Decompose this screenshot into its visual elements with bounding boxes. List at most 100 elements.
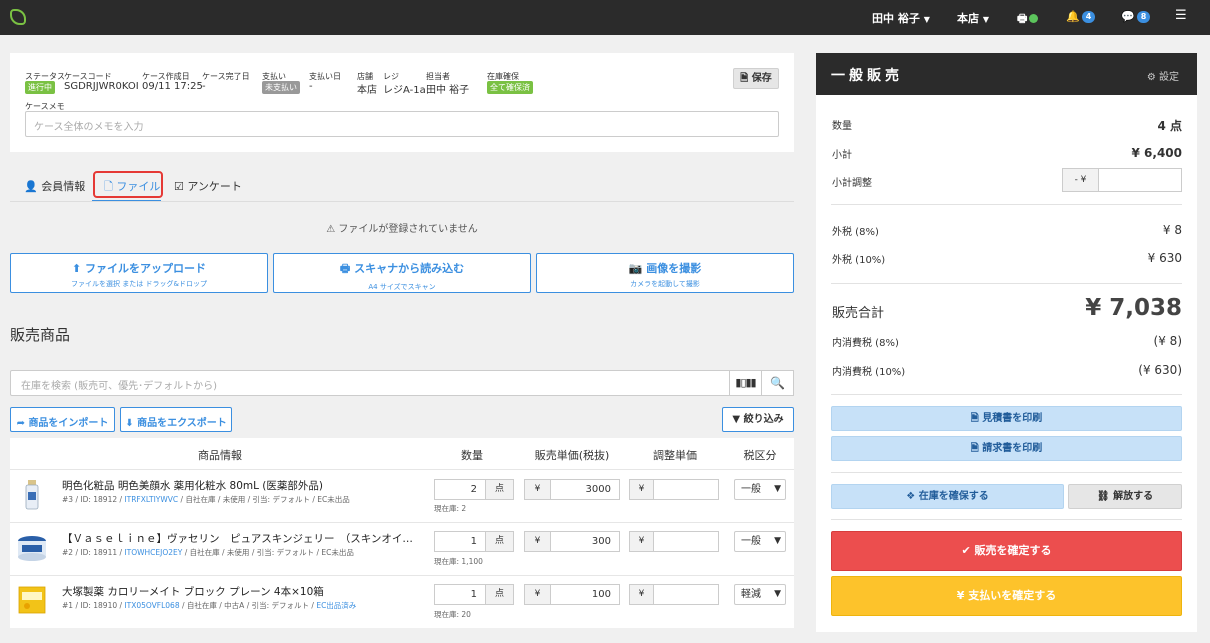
product-name: 明色化粧品 明色美顔水 薬用化粧水 80mL (医薬部外品) [62, 480, 323, 492]
store-menu[interactable]: 本店 ▼ [957, 10, 989, 26]
created-value: 09/11 17:25 [142, 81, 203, 92]
tax10-label: 外税 (10%) [832, 255, 886, 266]
import-products-button[interactable]: ➦ 商品をインポート [10, 407, 115, 432]
notifications-button[interactable]: 🔔 4 [1066, 10, 1096, 23]
tab-files[interactable]: 🗋 ファイル [104, 178, 160, 197]
gear-icon: ⚙ [1146, 72, 1156, 83]
reserve-stock-label: 在庫を確保する [918, 491, 989, 502]
payment-date-value: - [309, 81, 313, 92]
scan-title: スキャナから読み込む [354, 262, 465, 275]
product-name: 【Ｖａｓｅｌｉｎｅ】ヴァセリン ピュアスキンジェリー （スキンオイル） ２００ｇ… [62, 533, 422, 545]
product-meta-suffix: / 自社在庫 / 中古A / 引当: デフォルト / [179, 601, 317, 610]
print-invoice-button[interactable]: 🗎 請求書を印刷 [831, 436, 1182, 461]
quantity-input[interactable]: 2 点 [434, 479, 514, 500]
quantity-unit: 点 [485, 585, 513, 604]
quantity-input[interactable]: 1 点 [434, 584, 514, 605]
chevron-down-icon: ▼ [982, 15, 989, 24]
quantity-value: 1 [470, 536, 477, 547]
upload-title: ファイルをアップロード [85, 262, 207, 275]
warning-icon: ⚠ [326, 224, 336, 235]
printer-online-indicator [1029, 14, 1039, 23]
upload-file-button[interactable]: ⬆ ファイルをアップロード ファイルを選択 または ドラッグ&ドロップ [10, 253, 268, 293]
tax-type-value: 一般 [741, 536, 761, 547]
export-products-button[interactable]: ⬇ 商品をエクスポート [120, 407, 232, 432]
file-icon: 🗋 [104, 180, 113, 193]
minus-yen-addon: - ¥ [1063, 169, 1099, 191]
product-code-link[interactable]: ITOWHCEJO2EY [124, 548, 182, 557]
chat-icon: 💬 [1121, 10, 1135, 23]
payment-badge: 未支払い [262, 81, 300, 94]
store-value: 本店 [357, 85, 377, 96]
subtotal-adjust-input[interactable]: - ¥ [1062, 168, 1182, 192]
download-icon: ⬇ [125, 418, 134, 429]
product-code-link[interactable]: ITX05OVFL068 [124, 601, 179, 610]
product-thumbnail [16, 532, 48, 566]
settings-button[interactable]: ⚙ 設定 [1147, 68, 1179, 83]
tax-type-select[interactable]: 一般 ▼ [734, 531, 786, 552]
stock-search-input[interactable]: 在庫を検索 (販売可、優先･デフォルトから) [10, 370, 730, 396]
register-value: レジA-1a [383, 85, 426, 96]
yen-addon: ¥ [630, 532, 654, 551]
tax8-value: ¥ 8 [1162, 223, 1182, 237]
confirm-payment-label: ¥ 支払いを確定する [956, 589, 1057, 602]
tab-label: 会員情報 [41, 180, 86, 193]
tab-member-info[interactable]: 👤 会員情報 [24, 178, 85, 194]
products-heading: 販売商品 [10, 326, 71, 344]
stock-count: 現在庫: 1,100 [434, 557, 483, 566]
col-sale-price: 販売単価(税抜) [534, 449, 610, 462]
photo-subtitle: カメラを起動して撮影 [630, 280, 700, 288]
case-code-value: SGDRJJWR0KOI [64, 81, 139, 92]
scan-button[interactable]: 🖶 スキャナから読み込む A4 サイズでスキャン [273, 253, 531, 293]
adjusted-price-input[interactable]: ¥ [629, 584, 719, 605]
take-photo-button[interactable]: 📷 画像を撮影 カメラを起動して撮影 [536, 253, 794, 293]
sale-price-input[interactable]: ¥ 3000 [524, 479, 620, 500]
print-estimate-button[interactable]: 🗎 見積書を印刷 [831, 406, 1182, 431]
product-name: 大塚製薬 カロリーメイト ブロック プレーン 4本×10箱 [62, 586, 324, 598]
barcode-scan-button[interactable]: ▮▯▮▮ [729, 370, 762, 396]
divider [831, 283, 1182, 284]
memo-placeholder: ケース全体のメモを入力 [34, 122, 144, 133]
search-button[interactable]: 🔍 [761, 370, 794, 396]
camera-icon: 📷 [628, 262, 643, 275]
quantity-value: 2 [470, 484, 477, 495]
tax-type-select[interactable]: 軽減 ▼ [734, 584, 786, 605]
confirm-sale-button[interactable]: ✔ 販売を確定する [831, 531, 1182, 571]
printer-icon: 🖶 [339, 262, 351, 275]
table-row: 大塚製薬 カロリーメイト ブロック プレーン 4本×10箱 #1 / ID: 1… [10, 575, 794, 628]
user-menu[interactable]: 田中 裕子 ▼ [872, 10, 930, 26]
reserve-stock-button[interactable]: ❖ 在庫を確保する [831, 484, 1064, 509]
status-badge: 進行中 [25, 81, 55, 94]
sale-price-input[interactable]: ¥ 300 [524, 531, 620, 552]
export-label: 商品をエクスポート [137, 418, 227, 429]
hamburger-menu-icon[interactable]: ☰ [1175, 8, 1187, 23]
user-icon: 👤 [24, 180, 38, 193]
messages-button[interactable]: 💬 8 [1121, 10, 1151, 23]
tab-survey[interactable]: ☑ アンケート [174, 178, 242, 194]
save-button[interactable]: 🗎 保存 [733, 68, 779, 89]
col-quantity: 数量 [461, 449, 483, 462]
search-icon: 🔍 [770, 376, 785, 390]
adjusted-price-input[interactable]: ¥ [629, 479, 719, 500]
release-button[interactable]: ⛓ 解放する [1068, 484, 1182, 509]
subtotal-value: ¥ 6,400 [1131, 146, 1182, 160]
chevron-down-icon: ▼ [774, 484, 781, 494]
divider [831, 519, 1182, 520]
adjusted-price-input[interactable]: ¥ [629, 531, 719, 552]
sale-price-input[interactable]: ¥ 100 [524, 584, 620, 605]
printer-status[interactable]: 🖶 [1017, 10, 1039, 29]
scan-subtitle: A4 サイズでスキャン [368, 283, 436, 291]
table-row: 【Ｖａｓｅｌｉｎｅ】ヴァセリン ピュアスキンジェリー （スキンオイル） ２００ｇ… [10, 522, 794, 575]
app-logo-icon[interactable] [10, 9, 26, 25]
case-memo-input[interactable]: ケース全体のメモを入力 [25, 111, 779, 137]
product-meta-suffix: / 自社在庫 / 未使用 / 引当: デフォルト / EC未出品 [182, 548, 354, 557]
pdf-icon: 🗎 [970, 413, 979, 424]
tax-type-value: 軽減 [741, 589, 761, 600]
filter-button[interactable]: ▼ 絞り込み [722, 407, 794, 432]
completed-value: - [202, 81, 206, 92]
ec-listed-link[interactable]: EC出品済み [316, 601, 356, 610]
quantity-input[interactable]: 1 点 [434, 531, 514, 552]
no-files-message: ⚠ ファイルが登録されていません [10, 220, 794, 235]
product-code-link[interactable]: ITRFXLTIYWVC [124, 495, 178, 504]
confirm-payment-button[interactable]: ¥ 支払いを確定する [831, 576, 1182, 616]
tax-type-select[interactable]: 一般 ▼ [734, 479, 786, 500]
